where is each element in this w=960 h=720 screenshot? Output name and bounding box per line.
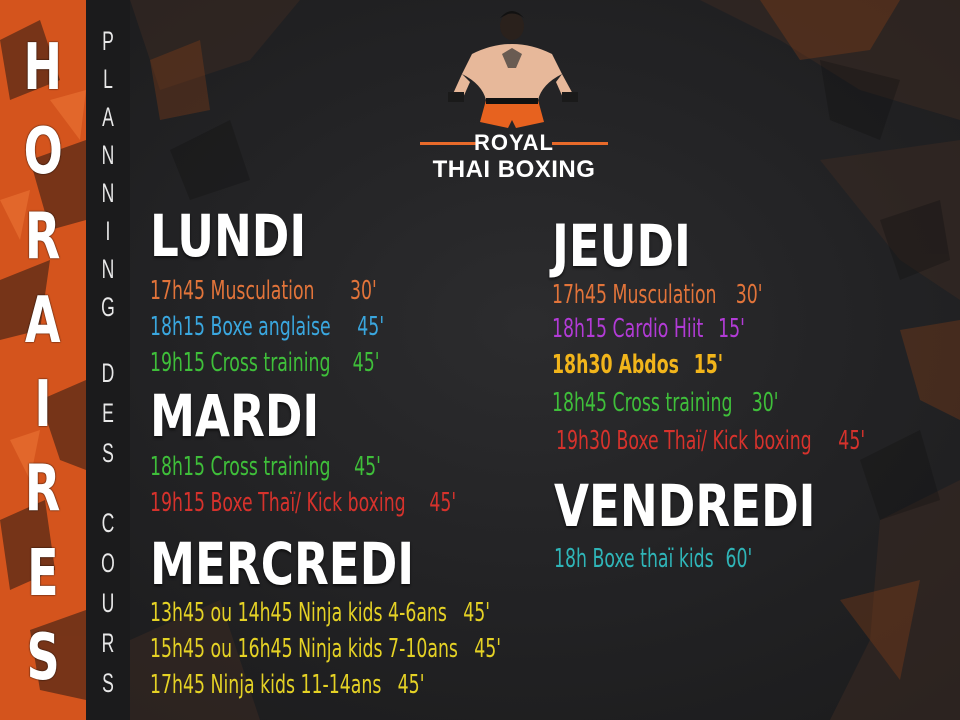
horaires-letter: R bbox=[25, 199, 61, 274]
subtitle-letter: L bbox=[103, 64, 113, 94]
horaires-letter: E bbox=[27, 536, 59, 611]
class-line: 19h30 Boxe Thaï/ Kick boxing 45' bbox=[556, 426, 866, 456]
subtitle-letter: I bbox=[105, 216, 111, 246]
class-line: 18h30 Abdos 15' bbox=[552, 350, 724, 380]
day-title-jeudi: JEUDI bbox=[552, 212, 691, 280]
horaires-letter: A bbox=[25, 283, 61, 358]
horaires-letter: S bbox=[26, 620, 60, 695]
subtitle-letter: N bbox=[101, 178, 115, 208]
subtitle-letter: S bbox=[102, 438, 114, 468]
day-title-mardi: MARDI bbox=[150, 382, 320, 450]
class-line: 18h15 Boxe anglaise 45' bbox=[150, 312, 385, 342]
planning-des-cours-vertical: PLANNINGDESCOURS bbox=[86, 0, 130, 720]
subtitle-letter: P bbox=[102, 26, 114, 56]
horaires-vertical-title: HORAIRES bbox=[0, 0, 86, 720]
subtitle-letter: R bbox=[101, 628, 115, 658]
class-line: 15h45 ou 16h45 Ninja kids 7-10ans 45' bbox=[150, 634, 502, 664]
logo-royal: ROYAL bbox=[474, 130, 554, 155]
horaires-letter: H bbox=[23, 31, 63, 105]
subtitle-letter: A bbox=[102, 102, 114, 132]
class-line: 13h45 ou 14h45 Ninja kids 4-6ans 45' bbox=[150, 598, 490, 628]
class-line: 17h45 Musculation 30' bbox=[552, 280, 763, 310]
subtitle-letter: N bbox=[101, 254, 115, 284]
class-line: 18h45 Cross training 30' bbox=[552, 388, 779, 418]
subtitle-letter: O bbox=[101, 548, 115, 578]
class-line: 17h45 Musculation 30' bbox=[150, 276, 377, 306]
horaires-letter: I bbox=[34, 368, 52, 443]
subtitle-letter: E bbox=[102, 398, 114, 428]
class-line: 19h15 Cross training 45' bbox=[150, 348, 380, 378]
day-title-mercredi: MERCREDI bbox=[150, 530, 415, 598]
class-line: 18h Boxe thaï kids 60' bbox=[554, 544, 753, 574]
class-line: 17h45 Ninja kids 11-14ans 45' bbox=[150, 670, 425, 700]
class-line: 18h15 Cross training 45' bbox=[150, 452, 381, 482]
subtitle-letter: G bbox=[101, 292, 115, 322]
schedule-poster: HORAIRES PLANNINGDESCOURS ROYAL THAI BOX… bbox=[0, 0, 960, 720]
horaires-letter: R bbox=[25, 452, 61, 527]
class-line: 19h15 Boxe Thaï/ Kick boxing 45' bbox=[150, 488, 457, 518]
class-line: 18h15 Cardio Hiit 15' bbox=[552, 314, 745, 344]
logo-thai-boxing: THAI BOXING bbox=[432, 156, 596, 183]
horaires-letter: O bbox=[23, 115, 63, 190]
subtitle-letter: D bbox=[101, 358, 115, 388]
day-title-vendredi: VENDREDI bbox=[554, 472, 816, 540]
subtitle-letter: S bbox=[102, 668, 114, 698]
subtitle-letter: C bbox=[101, 508, 115, 538]
subtitle-letter: U bbox=[101, 588, 115, 618]
subtitle-letter: N bbox=[101, 140, 115, 170]
day-title-lundi: LUNDI bbox=[150, 202, 307, 270]
